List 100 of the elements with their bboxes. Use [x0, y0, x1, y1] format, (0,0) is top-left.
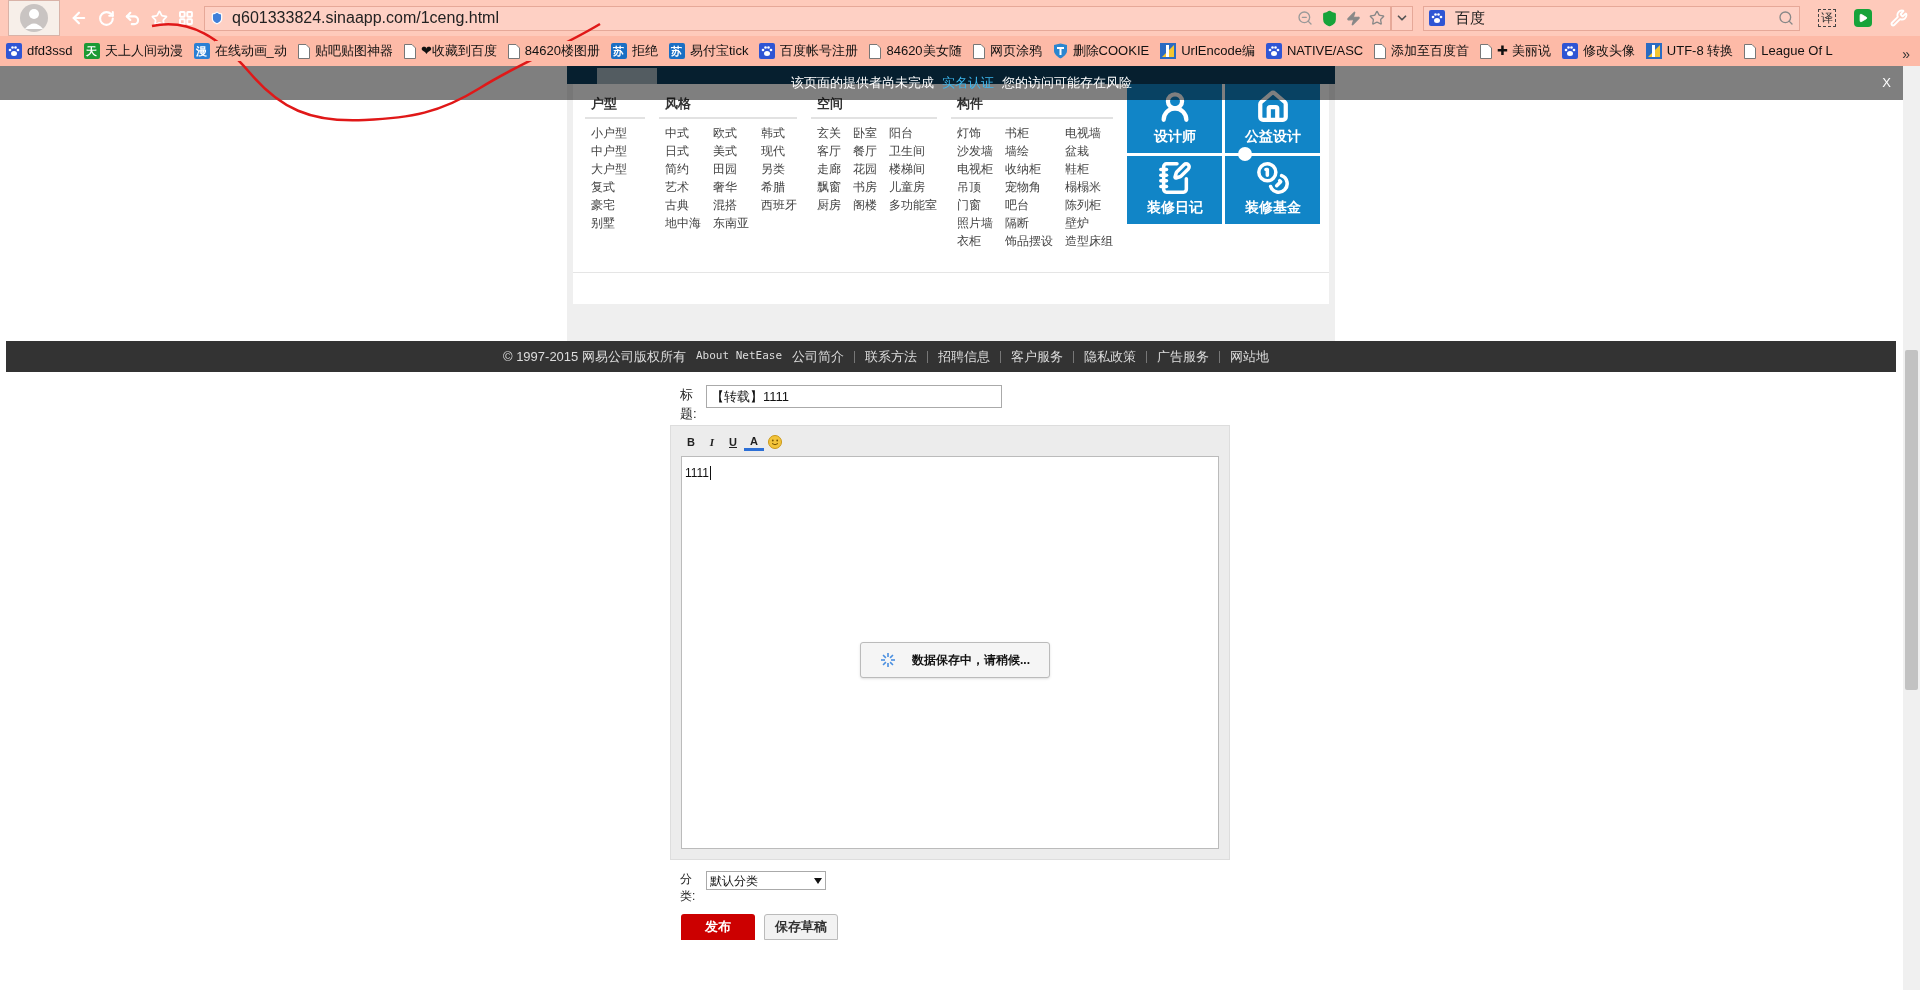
category-link[interactable]: 电视墙 — [1065, 123, 1113, 142]
category-link[interactable]: 鞋柜 — [1065, 159, 1113, 178]
avatar[interactable] — [8, 0, 60, 36]
category-link[interactable]: 欧式 — [713, 123, 749, 142]
save-draft-button[interactable]: 保存草稿 — [764, 914, 838, 940]
footer-link[interactable]: 客户服务 — [1011, 346, 1064, 367]
category-link[interactable]: 陈列柜 — [1065, 195, 1113, 214]
category-link[interactable]: 造型床组 — [1065, 231, 1113, 250]
title-input[interactable]: 【转载】1111 — [706, 385, 1002, 408]
search-field[interactable]: 百度 — [1422, 5, 1801, 31]
category-link[interactable]: 卧室 — [853, 123, 877, 142]
grid-icon[interactable] — [178, 10, 195, 26]
category-link[interactable]: 饰品摆设 — [1005, 231, 1053, 250]
category-link[interactable]: 阳台 — [889, 123, 937, 142]
menu-tile[interactable]: 公益设计 — [1225, 84, 1320, 153]
translate-icon[interactable]: 译 — [1818, 9, 1837, 27]
category-link[interactable]: 卫生间 — [889, 141, 937, 160]
category-link[interactable]: 客厅 — [817, 141, 841, 160]
category-link[interactable]: 沙发墙 — [957, 141, 993, 160]
category-link[interactable]: 餐厅 — [853, 141, 877, 160]
category-link[interactable]: 日式 — [665, 141, 701, 160]
category-link[interactable]: 阁楼 — [853, 195, 877, 214]
category-link[interactable]: 书柜 — [1005, 123, 1053, 142]
footer-link[interactable]: 广告服务 — [1157, 346, 1210, 367]
dropdown-button[interactable] — [1391, 5, 1413, 31]
editor-text-area[interactable]: 1111 数据保存中，请稍候... — [681, 456, 1219, 849]
zoom-out-icon[interactable] — [1297, 10, 1313, 26]
font-color-button[interactable]: A — [744, 433, 764, 451]
undo-icon[interactable] — [124, 9, 142, 27]
footer-link[interactable]: 联系方法 — [865, 346, 918, 367]
category-link[interactable]: 照片墙 — [957, 213, 993, 232]
category-link[interactable]: 门窗 — [957, 195, 993, 214]
category-link[interactable]: 多功能室 — [889, 195, 937, 214]
category-link[interactable]: 简约 — [665, 159, 701, 178]
category-link[interactable]: 书房 — [853, 177, 877, 196]
close-button[interactable]: X — [1882, 73, 1891, 93]
category-link[interactable]: 别墅 — [591, 213, 645, 232]
italic-button[interactable]: I — [702, 433, 722, 451]
category-link[interactable]: 隔断 — [1005, 213, 1053, 232]
menu-tile[interactable]: 装修基金 — [1225, 155, 1320, 224]
category-link[interactable]: 吊顶 — [957, 177, 993, 196]
bold-button[interactable]: B — [681, 433, 701, 451]
wrench-icon[interactable] — [1890, 9, 1908, 27]
category-link[interactable]: 东南亚 — [713, 213, 749, 232]
category-link[interactable]: 厨房 — [817, 195, 841, 214]
category-link[interactable]: 吧台 — [1005, 195, 1053, 214]
category-link[interactable]: 衣柜 — [957, 231, 993, 250]
footer-link[interactable]: 网站地 — [1230, 346, 1270, 367]
category-link[interactable]: 壁炉 — [1065, 213, 1113, 232]
bookmark-link[interactable]: 84620楼图册 — [524, 41, 600, 61]
category-link[interactable]: 复式 — [591, 177, 645, 196]
category-link[interactable]: 宠物角 — [1005, 177, 1053, 196]
bookmark-star-icon[interactable] — [151, 9, 169, 27]
category-link[interactable]: 混搭 — [713, 195, 749, 214]
category-link[interactable]: 古典 — [665, 195, 701, 214]
category-link[interactable]: 楼梯间 — [889, 159, 937, 178]
category-link[interactable]: 玄关 — [817, 123, 841, 142]
category-link[interactable]: 电视柜 — [957, 159, 993, 178]
category-link[interactable]: 中式 — [665, 123, 701, 142]
category-link[interactable]: 走廊 — [817, 159, 841, 178]
footer-link[interactable]: About NetEase — [695, 348, 783, 365]
menu-tile[interactable]: 装修日记 — [1127, 155, 1222, 224]
footer-link[interactable]: 公司简介 — [792, 346, 845, 367]
lightning-icon[interactable] — [1346, 10, 1361, 26]
publish-button[interactable]: 发布 — [681, 914, 755, 940]
star-icon[interactable] — [1369, 10, 1385, 26]
category-link[interactable]: 墙绘 — [1005, 141, 1053, 160]
category-link[interactable]: 地中海 — [665, 213, 701, 232]
category-select[interactable]: 默认分类 — [706, 871, 826, 890]
category-link[interactable]: 奢华 — [713, 177, 749, 196]
category-link[interactable]: 豪宅 — [591, 195, 645, 214]
category-link[interactable]: 小户型 — [591, 123, 645, 142]
emoji-button[interactable] — [765, 433, 785, 451]
play-shield-icon[interactable] — [1854, 9, 1873, 27]
category-link[interactable]: 灯饰 — [957, 123, 993, 142]
shield-icon[interactable] — [1321, 9, 1338, 27]
footer-link[interactable]: 招聘信息 — [938, 346, 991, 367]
category-link[interactable]: 美式 — [713, 141, 749, 160]
category-link[interactable]: 韩式 — [761, 123, 797, 142]
category-link[interactable]: 艺术 — [665, 177, 701, 196]
category-link[interactable]: 儿童房 — [889, 177, 937, 196]
underline-button[interactable]: U — [723, 433, 743, 451]
category-link[interactable]: 现代 — [761, 141, 797, 160]
bookmark-link[interactable]: 在线动画_动 — [214, 41, 287, 61]
category-link[interactable]: 大户型 — [591, 159, 645, 178]
category-link[interactable]: 盆栽 — [1065, 141, 1113, 160]
scrollbar[interactable] — [1903, 66, 1920, 990]
category-link[interactable]: 飘窗 — [817, 177, 841, 196]
search-icon[interactable] — [1778, 10, 1795, 26]
category-link[interactable]: 另类 — [761, 159, 797, 178]
footer-link[interactable]: 隐私政策 — [1084, 346, 1137, 367]
address-bar[interactable]: q601333824.sinaapp.com/1ceng.html — [204, 5, 1391, 31]
category-link[interactable]: 田园 — [713, 159, 749, 178]
category-link[interactable]: 榻榻米 — [1065, 177, 1113, 196]
category-link[interactable]: 中户型 — [591, 141, 645, 160]
category-link[interactable]: 希腊 — [761, 177, 797, 196]
reload-icon[interactable] — [97, 9, 115, 27]
category-link[interactable]: 收纳柜 — [1005, 159, 1053, 178]
category-link[interactable]: 花园 — [853, 159, 877, 178]
category-link[interactable]: 西班牙 — [761, 195, 797, 214]
